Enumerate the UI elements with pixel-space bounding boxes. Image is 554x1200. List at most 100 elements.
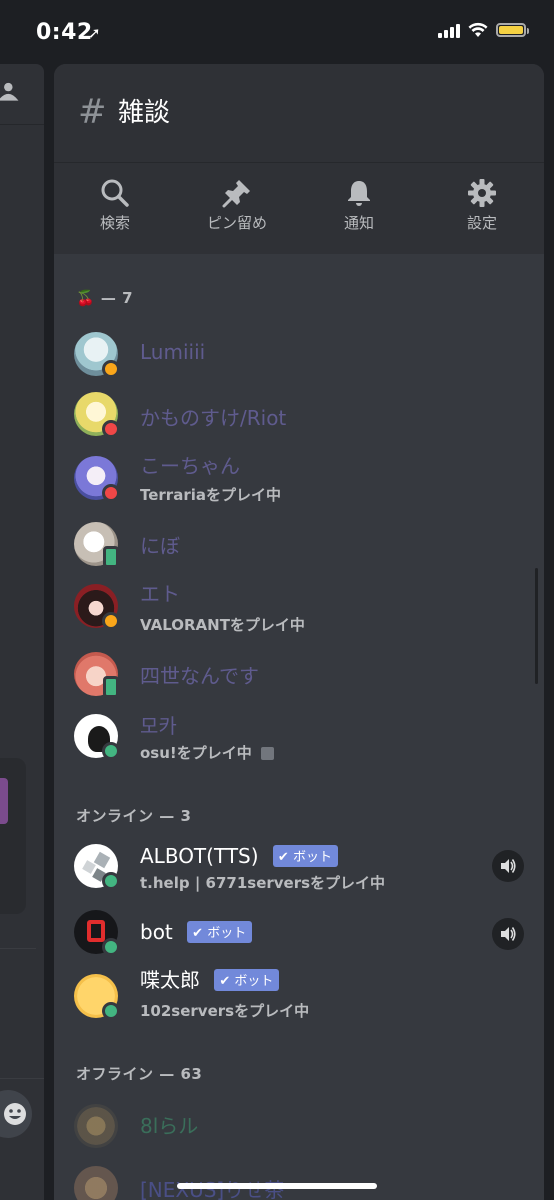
role-count: — 7: [100, 289, 134, 307]
cherry-emoji: 🍒: [76, 289, 96, 307]
online-section-header: オンライン — 3: [76, 807, 192, 825]
drawer-header: # 雑談 検索 ピン留め 通知 設定: [54, 64, 544, 254]
member-row[interactable]: エト VALORANTをプレイ中: [74, 578, 524, 636]
members-icon[interactable]: [0, 82, 20, 104]
background-divider: [0, 948, 36, 949]
member-name: bot: [140, 920, 173, 944]
voice-speaker-button[interactable]: [492, 918, 524, 950]
status-time: 0:42: [36, 20, 93, 45]
idle-status-icon: [102, 612, 120, 630]
pin-icon: [222, 180, 250, 208]
home-indicator[interactable]: [177, 1183, 377, 1189]
channel-name: 雑談: [118, 98, 171, 128]
mobile-status-icon: [103, 546, 119, 568]
channel-toolbar: 検索 ピン留め 通知 設定: [54, 174, 544, 244]
channel-member-drawer: # 雑談 検索 ピン留め 通知 設定 🍒 — 7 Lumiiii かものすけ/R…: [54, 64, 544, 1200]
bot-badge-label: ボット: [292, 849, 332, 865]
member-row[interactable]: 四世なんです: [74, 646, 524, 704]
offline-section-header: オフライン — 63: [76, 1065, 203, 1083]
member-activity-text: osu!をプレイ中: [140, 744, 252, 762]
avatar: [74, 844, 120, 890]
member-row[interactable]: こーちゃん Terrariaをプレイ中: [74, 450, 524, 508]
background-image-thumbnail: [0, 778, 8, 824]
member-name: 喋太郎: [140, 968, 200, 992]
avatar: [74, 714, 120, 760]
member-row[interactable]: [NEXUS]りせ茶: [74, 1160, 524, 1200]
member-row[interactable]: Lumiiii: [74, 326, 524, 384]
member-name: エト: [140, 582, 180, 606]
speaker-icon: [501, 927, 516, 941]
bot-badge: ✔ ボット: [214, 968, 280, 991]
scrollbar[interactable]: [535, 568, 538, 684]
status-icons: [438, 22, 529, 38]
settings-button[interactable]: 設定: [427, 174, 537, 233]
voice-speaker-button[interactable]: [492, 850, 524, 882]
avatar: [74, 910, 120, 956]
online-status-icon: [102, 872, 120, 890]
header-divider: [54, 162, 544, 163]
avatar: [74, 1166, 118, 1200]
online-status-icon: [102, 1002, 120, 1020]
bot-badge: ✔ ボット: [187, 920, 253, 943]
dnd-status-icon: [102, 484, 120, 502]
avatar: [74, 522, 119, 568]
member-name-container: 喋太郎 ✔ ボット: [140, 964, 280, 993]
member-name: 모카: [140, 714, 177, 738]
notifications-label: 通知: [343, 214, 374, 232]
background-divider: [0, 124, 44, 125]
avatar: [74, 652, 119, 698]
member-row[interactable]: ALBOT(TTS) ✔ ボット t.help | 6771serversをプレ…: [74, 838, 524, 896]
member-row[interactable]: bot ✔ ボット: [74, 904, 524, 962]
bell-icon: [348, 181, 370, 206]
status-bar: 0:42 ➚: [0, 0, 554, 64]
background-channel-panel: [0, 64, 44, 1200]
avatar: [74, 332, 120, 378]
member-activity: t.help | 6771serversをプレイ中: [140, 874, 386, 892]
member-name: 8lらル: [140, 1114, 199, 1138]
member-row[interactable]: 8lらル: [74, 1098, 524, 1156]
avatar: [74, 456, 120, 502]
mobile-status-icon: [103, 676, 119, 698]
search-label: 検索: [99, 214, 130, 232]
member-name-container: bot ✔ ボット: [140, 920, 253, 945]
dnd-status-icon: [102, 420, 120, 438]
member-activity: Terrariaをプレイ中: [140, 486, 281, 504]
member-name: かものすけ/Riot: [140, 406, 287, 430]
online-status-icon: [102, 742, 120, 760]
member-activity: VALORANTをプレイ中: [140, 616, 305, 634]
avatar: [74, 974, 120, 1020]
idle-status-icon: [102, 360, 120, 378]
role-section-header: 🍒 — 7: [76, 289, 133, 307]
member-row[interactable]: 喋太郎 ✔ ボット 102serversをプレイ中: [74, 962, 524, 1020]
background-divider: [0, 1078, 44, 1079]
pins-label: ピン留め: [206, 214, 267, 232]
wifi-icon: [468, 22, 488, 37]
channel-hash-icon: #: [78, 92, 107, 132]
verified-check-icon: ✔: [277, 849, 289, 865]
bot-badge: ✔ ボット: [272, 844, 338, 867]
emoji-icon: [4, 1103, 26, 1125]
bot-badge-label: ボット: [234, 973, 274, 989]
pins-button[interactable]: ピン留め: [182, 174, 292, 233]
member-row[interactable]: かものすけ/Riot: [74, 386, 524, 444]
avatar: [74, 584, 120, 630]
verified-check-icon: ✔: [192, 925, 204, 941]
member-name: こーちゃん: [140, 454, 240, 478]
member-activity: osu!をプレイ中: [140, 742, 274, 763]
member-name: にぼ: [140, 534, 180, 558]
search-button[interactable]: 検索: [60, 174, 170, 233]
member-row[interactable]: 모카 osu!をプレイ中: [74, 708, 524, 766]
avatar: [74, 392, 120, 438]
online-status-icon: [102, 938, 120, 956]
notifications-button[interactable]: 通知: [304, 174, 414, 233]
speaker-icon: [501, 859, 516, 873]
cellular-signal-icon: [438, 22, 460, 38]
member-name: ALBOT(TTS): [140, 844, 259, 868]
verified-check-icon: ✔: [219, 973, 231, 989]
rich-presence-icon[interactable]: [261, 747, 274, 760]
battery-icon: [496, 23, 529, 37]
gear-icon: [468, 179, 496, 207]
member-row[interactable]: にぼ: [74, 516, 524, 574]
search-icon: [101, 179, 129, 207]
avatar: [74, 1104, 118, 1148]
